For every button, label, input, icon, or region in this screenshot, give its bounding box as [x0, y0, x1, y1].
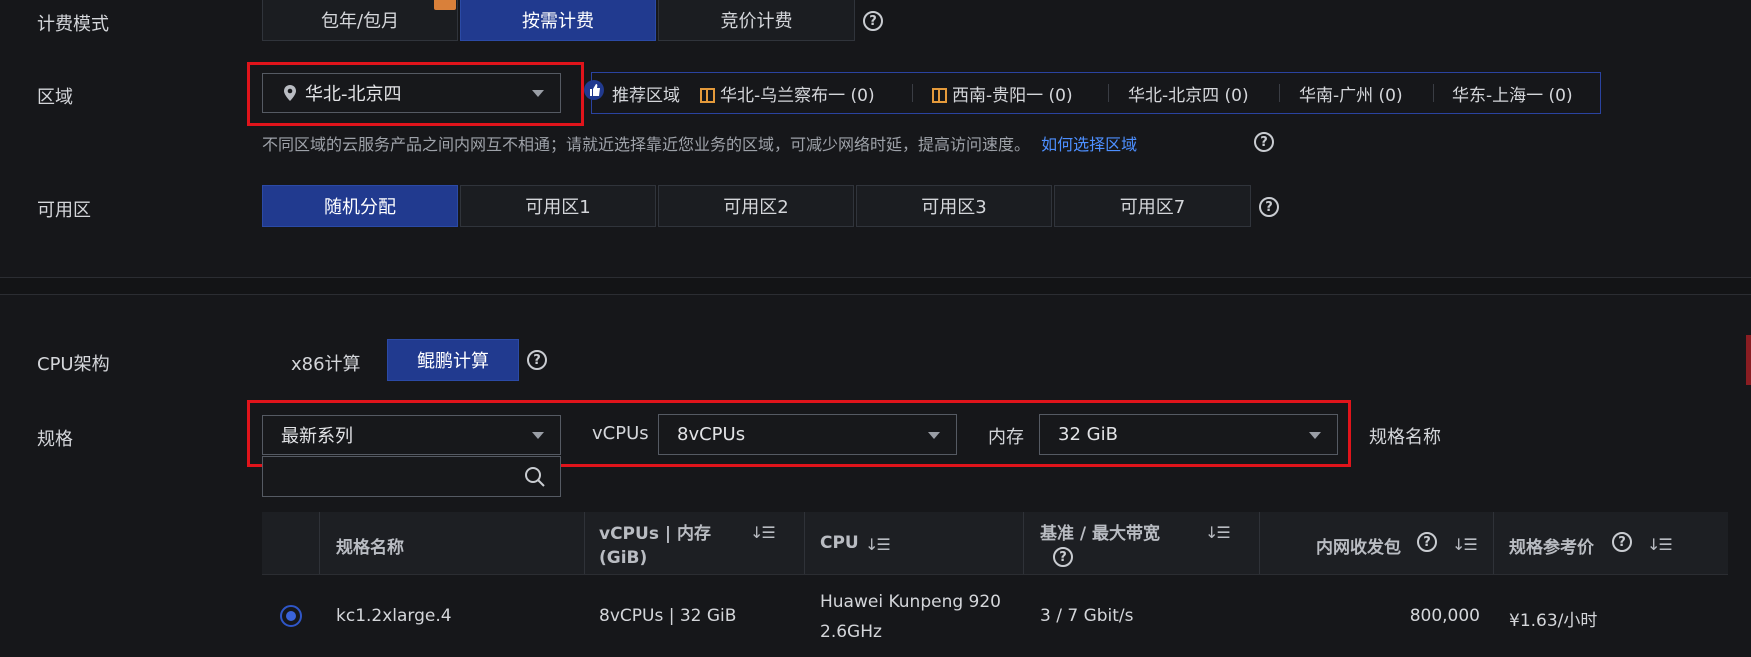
- memory-label: 内存: [988, 427, 1024, 448]
- divider: [1433, 84, 1434, 102]
- cpu-arch-help-icon[interactable]: ?: [527, 350, 547, 370]
- table-header-divider: [262, 574, 1728, 575]
- recommended-region-label: 推荐区域: [612, 86, 680, 106]
- cpu-arch-label: CPU架构: [37, 354, 110, 375]
- cpu-arch-kunpeng-button[interactable]: 鲲鹏计算: [387, 339, 519, 381]
- th-cpu: CPU: [820, 533, 859, 553]
- th-price: 规格参考价: [1509, 538, 1594, 558]
- az-7-button[interactable]: 可用区7: [1054, 185, 1251, 227]
- sort-icon[interactable]: ↓☰: [1452, 535, 1478, 554]
- az-2-button[interactable]: 可用区2: [658, 185, 854, 227]
- divider: [1279, 84, 1280, 102]
- billing-on-demand-button[interactable]: 按需计费: [460, 0, 656, 41]
- spec-series-value: 最新系列: [281, 426, 353, 447]
- row-radio[interactable]: [280, 605, 302, 627]
- spec-series-select[interactable]: 最新系列: [262, 415, 561, 455]
- recommended-region-guiyang[interactable]: 西南-贵阳一 (0): [932, 81, 1073, 106]
- az-1-button[interactable]: 可用区1: [460, 185, 656, 227]
- th-bandwidth: 基准 / 最大带宽: [1040, 524, 1161, 544]
- az-help-icon[interactable]: ?: [1259, 197, 1279, 217]
- th-vcpu-mem-unit: (GiB): [599, 548, 648, 568]
- az-random-button[interactable]: 随机分配: [262, 185, 458, 227]
- gift-icon: [700, 88, 715, 103]
- divider: [1108, 84, 1109, 102]
- thumbs-up-icon: [584, 80, 604, 100]
- sort-icon[interactable]: ↓☰: [750, 523, 776, 542]
- sort-icon[interactable]: ↓☰: [865, 535, 891, 554]
- th-pps: 内网收发包: [1316, 538, 1401, 558]
- billing-yearly-monthly-button[interactable]: 包年/包月: [262, 0, 458, 41]
- spec-name-label: 规格名称: [1369, 427, 1441, 448]
- az-label: 可用区: [37, 200, 91, 221]
- td-bandwidth: 3 / 7 Gbit/s: [1040, 606, 1134, 626]
- region-select[interactable]: 华北-北京四: [262, 73, 561, 113]
- column-divider: [804, 512, 805, 574]
- region-select-value: 华北-北京四: [305, 84, 402, 105]
- region-help-icon[interactable]: ?: [1254, 132, 1274, 152]
- billing-help-icon[interactable]: ?: [863, 11, 883, 31]
- region-hint: 不同区域的云服务产品之间内网互不相通；请就近选择靠近您业务的区域，可减少网络时延…: [262, 135, 1138, 154]
- column-divider: [1023, 512, 1024, 574]
- section-divider: [0, 277, 1751, 295]
- promo-badge-icon: [434, 0, 456, 10]
- search-icon[interactable]: [524, 466, 546, 488]
- pps-help-icon[interactable]: ?: [1417, 532, 1437, 552]
- region-label: 区域: [37, 87, 73, 108]
- price-help-icon[interactable]: ?: [1612, 532, 1632, 552]
- billing-mode-label: 计费模式: [37, 14, 109, 35]
- memory-select[interactable]: 32 GiB: [1039, 414, 1338, 455]
- chevron-down-icon: [1309, 431, 1321, 439]
- sort-icon[interactable]: ↓☰: [1647, 535, 1673, 554]
- column-divider: [1493, 512, 1494, 574]
- column-divider: [1259, 512, 1260, 574]
- td-price: ¥1.63/小时: [1509, 611, 1598, 631]
- spec-search-text[interactable]: [275, 465, 519, 488]
- td-cpu-freq: 2.6GHz: [820, 622, 882, 642]
- vcpus-select[interactable]: 8vCPUs: [658, 414, 957, 455]
- sort-icon[interactable]: ↓☰: [1205, 523, 1231, 542]
- how-to-choose-region-link[interactable]: 如何选择区域: [1041, 135, 1137, 154]
- divider: [912, 84, 913, 102]
- th-spec-name: 规格名称: [336, 538, 404, 558]
- location-pin-icon: [284, 85, 296, 101]
- az-3-button[interactable]: 可用区3: [856, 185, 1052, 227]
- cpu-arch-x86-button[interactable]: x86计算: [291, 350, 361, 376]
- td-vcpu-mem: 8vCPUs | 32 GiB: [599, 606, 737, 626]
- memory-select-value: 32 GiB: [1058, 424, 1118, 445]
- billing-spot-button[interactable]: 竞价计费: [658, 0, 855, 41]
- recommended-region-shanghai[interactable]: 华东-上海一 (0): [1452, 81, 1573, 106]
- td-spec-name: kc1.2xlarge.4: [336, 606, 452, 626]
- td-pps: 800,000: [1409, 606, 1480, 626]
- chevron-down-icon: [928, 431, 940, 439]
- spec-search-input[interactable]: [262, 456, 561, 497]
- spec-label: 规格: [37, 429, 73, 450]
- recommended-region-ulanqab[interactable]: 华北-乌兰察布一 (0): [700, 81, 875, 106]
- gift-icon: [932, 88, 947, 103]
- chevron-down-icon: [532, 90, 544, 97]
- scrollbar-thumb[interactable]: [1746, 335, 1751, 385]
- recommended-region-beijing4[interactable]: 华北-北京四 (0): [1128, 81, 1249, 106]
- chevron-down-icon: [532, 432, 544, 439]
- recommended-region-guangzhou[interactable]: 华南-广州 (0): [1299, 81, 1403, 106]
- column-divider: [319, 512, 320, 574]
- td-cpu: Huawei Kunpeng 920: [820, 592, 1001, 612]
- bandwidth-help-icon[interactable]: ?: [1053, 547, 1073, 567]
- vcpus-label: vCPUs: [592, 423, 649, 444]
- th-vcpu-mem: vCPUs | 内存: [599, 524, 711, 544]
- vcpus-select-value: 8vCPUs: [677, 424, 746, 445]
- column-divider: [584, 512, 585, 574]
